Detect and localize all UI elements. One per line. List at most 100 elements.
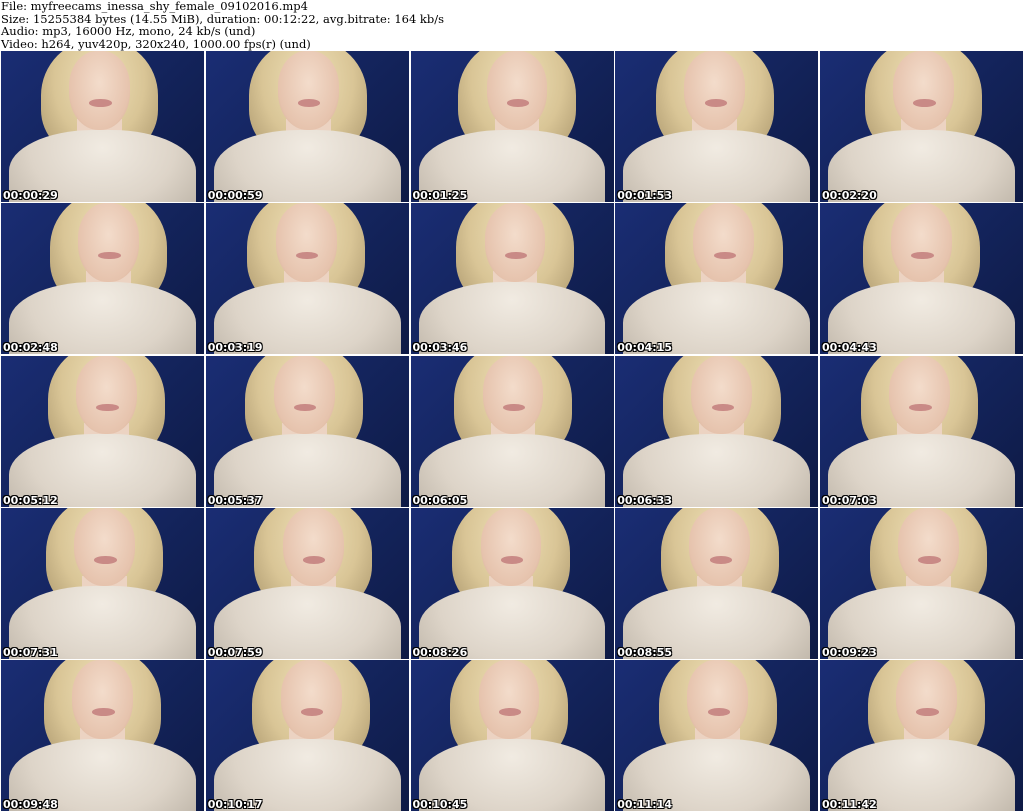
video-thumbnail: 00:11:14 — [615, 660, 819, 811]
video-thumbnail: 00:05:37 — [205, 355, 409, 507]
thumbnail-figure-lips — [96, 403, 119, 412]
thumbnail-figure-lips — [913, 99, 936, 107]
thumbnail-timestamp: 00:07:03 — [822, 493, 877, 507]
thumbnail-figure-face — [78, 203, 139, 282]
video-thumbnail: 00:06:05 — [410, 355, 614, 507]
thumbnail-figure-face — [889, 355, 950, 435]
video-thumbnail: 00:03:46 — [410, 203, 614, 355]
thumbnail-figure-lips — [502, 403, 526, 412]
thumbnail-figure-face — [484, 203, 546, 282]
thumbnail-timestamp: 00:04:43 — [822, 341, 877, 355]
thumbnail-figure-lips — [303, 556, 326, 564]
thumbnail-figure-lips — [498, 708, 522, 716]
thumbnail-timestamp: 00:00:29 — [3, 189, 58, 202]
thumbnail-figure-face — [478, 660, 540, 739]
video-thumbnail: 00:10:17 — [205, 660, 409, 811]
thumbnail-figure-lips — [92, 708, 115, 716]
thumbnail-figure-lips — [916, 708, 939, 716]
thumbnail-figure-face — [282, 507, 344, 587]
thumbnail-timestamp: 00:01:53 — [617, 189, 672, 202]
thumbnail-figure-face — [72, 660, 133, 739]
thumbnail-figure-lips — [301, 708, 324, 716]
video-info-line: Video: h264, yuv420p, 320x240, 1000.00 f… — [1, 36, 311, 51]
thumbnail-figure-lips — [911, 251, 934, 260]
video-thumbnail: 00:08:26 — [410, 507, 614, 659]
thumbnail-timestamp: 00:06:33 — [617, 493, 672, 507]
thumbnail-figure-lips — [294, 403, 317, 412]
thumbnail-figure-face — [69, 51, 130, 130]
thumbnail-timestamp: 00:08:55 — [617, 645, 672, 659]
video-thumbnail: 00:02:20 — [820, 51, 1023, 202]
thumbnail-figure-lips — [98, 251, 121, 260]
thumbnail-timestamp: 00:02:48 — [3, 341, 58, 355]
thumbnail-figure-face — [891, 203, 952, 282]
file-name-line: File: myfreecams_inessa_shy_female_09102… — [1, 0, 308, 13]
thumbnail-figure-face — [893, 51, 954, 130]
thumbnail-timestamp: 00:03:46 — [412, 341, 468, 355]
video-thumbnail: 00:03:19 — [205, 203, 409, 355]
thumbnail-timestamp: 00:10:17 — [207, 798, 263, 811]
thumbnail-figure-face — [896, 660, 957, 739]
thumbnail-timestamp: 00:09:48 — [3, 798, 58, 811]
thumbnail-figure-lips — [713, 251, 736, 260]
file-info-header: File: myfreecams_inessa_shy_female_09102… — [0, 0, 1024, 50]
thumbnail-figure-lips — [506, 99, 530, 107]
thumbnail-grid: 00:00:29 00:00:59 00:01:25 00:01:53 00:02:20… — [1, 51, 1023, 811]
thumbnail-timestamp: 00:09:23 — [822, 645, 877, 659]
video-thumbnail: 00:07:03 — [820, 355, 1023, 507]
thumbnail-timestamp: 00:03:19 — [207, 341, 263, 355]
thumbnail-figure-face — [689, 507, 751, 587]
thumbnail-figure-face — [486, 51, 548, 130]
video-thumbnail: 00:08:55 — [615, 507, 819, 659]
video-thumbnail: 00:01:53 — [615, 51, 819, 202]
thumbnail-timestamp: 00:02:20 — [822, 189, 877, 202]
thumbnail-figure-face — [480, 507, 542, 587]
thumbnail-figure-lips — [918, 556, 941, 564]
thumbnail-figure-face — [684, 51, 746, 130]
video-thumbnail: 00:02:48 — [1, 203, 204, 355]
thumbnail-figure-lips — [711, 403, 734, 412]
thumbnail-figure-lips — [709, 556, 732, 564]
thumbnail-figure-lips — [704, 99, 727, 107]
video-thumbnail: 00:00:59 — [205, 51, 409, 202]
video-thumbnail: 00:04:43 — [820, 203, 1023, 355]
thumbnail-figure-face — [898, 507, 959, 587]
video-thumbnail: 00:09:48 — [1, 660, 204, 811]
thumbnail-figure-lips — [909, 403, 932, 412]
video-thumbnail: 00:09:23 — [820, 507, 1023, 659]
thumbnail-timestamp: 00:04:15 — [617, 341, 672, 355]
thumbnail-figure-lips — [504, 251, 528, 260]
video-thumbnail: 00:01:25 — [410, 51, 614, 202]
thumbnail-figure-lips — [500, 556, 524, 564]
thumbnail-figure-face — [687, 660, 749, 739]
thumbnail-timestamp: 00:06:05 — [412, 493, 468, 507]
thumbnail-figure-lips — [707, 708, 730, 716]
thumbnail-figure-lips — [296, 251, 319, 260]
thumbnail-timestamp: 00:11:14 — [617, 798, 672, 811]
video-thumbnail: 00:04:15 — [615, 203, 819, 355]
thumbnail-figure-face — [76, 355, 137, 435]
thumbnail-timestamp: 00:07:59 — [207, 645, 263, 659]
video-thumbnail: 00:05:12 — [1, 355, 204, 507]
thumbnail-timestamp: 00:00:59 — [207, 189, 263, 202]
thumbnail-timestamp: 00:01:25 — [412, 189, 468, 202]
thumbnail-figure-face — [277, 51, 339, 130]
thumbnail-timestamp: 00:08:26 — [412, 645, 468, 659]
video-thumbnail: 00:07:59 — [205, 507, 409, 659]
video-thumbnail: 00:06:33 — [615, 355, 819, 507]
video-thumbnail: 00:11:42 — [820, 660, 1023, 811]
video-thumbnail: 00:10:45 — [410, 660, 614, 811]
thumbnail-figure-face — [273, 355, 335, 435]
thumbnail-figure-lips — [298, 99, 321, 107]
thumbnail-timestamp: 00:05:12 — [3, 493, 58, 507]
thumbnail-timestamp: 00:05:37 — [207, 493, 263, 507]
thumbnail-figure-lips — [89, 99, 112, 107]
thumbnail-figure-face — [691, 355, 753, 435]
thumbnail-figure-face — [482, 355, 544, 435]
thumbnail-figure-face — [275, 203, 337, 282]
thumbnail-timestamp: 00:11:42 — [822, 798, 877, 811]
thumbnail-timestamp: 00:07:31 — [3, 645, 58, 659]
thumbnail-figure-lips — [94, 556, 117, 564]
video-thumbnail: 00:07:31 — [1, 507, 204, 659]
thumbnail-figure-face — [74, 507, 135, 587]
